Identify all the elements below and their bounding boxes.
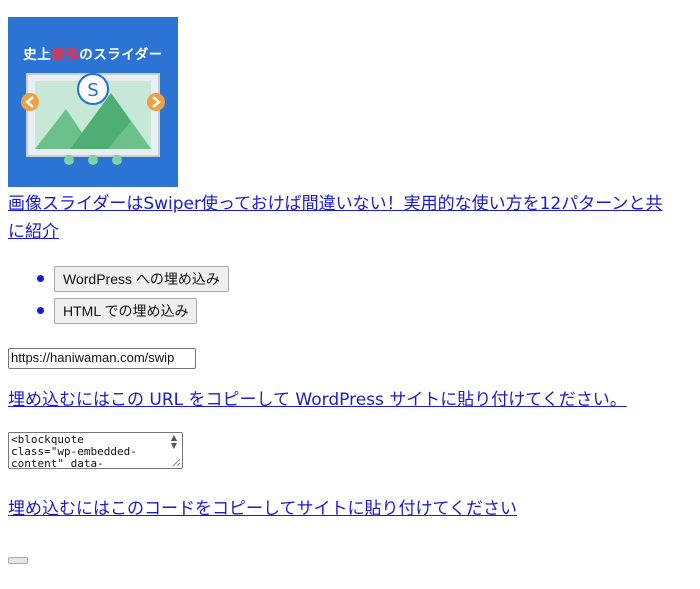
embed-code-text: <blockquote class="wp-embedded- content"… [11, 434, 137, 468]
title-prefix: 史上 [23, 47, 52, 63]
chevron-left-icon [21, 93, 39, 111]
list-item: HTML での埋め込み [37, 295, 229, 327]
bullet-icon [37, 307, 44, 314]
embed-url-input[interactable]: https://haniwaman.com/swip [8, 348, 196, 369]
html-embed-button[interactable]: HTML での埋め込み [54, 298, 198, 324]
thumbnail-title: 史上最強のスライダー [8, 43, 178, 63]
bullet-icon [37, 275, 44, 282]
chevron-right-icon [147, 93, 165, 111]
scroll-arrows-icon[interactable]: ▲ ▼ [167, 434, 181, 451]
title-suffix: のスライダー [79, 47, 163, 63]
copy-code-instruction-link[interactable]: 埋め込むにはこのコードをコピーしてサイトに貼り付けてください [8, 497, 517, 521]
embed-code-textarea[interactable]: <blockquote class="wp-embedded- content"… [8, 432, 183, 469]
post-thumbnail[interactable]: S 史上最強のスライダー [8, 17, 178, 187]
empty-button[interactable] [8, 557, 28, 564]
logo-letter: S [87, 80, 98, 101]
copy-url-instruction-link[interactable]: 埋め込むにはこの URL をコピーして WordPress サイトに貼り付けてく… [8, 388, 627, 412]
resize-handle-icon[interactable] [171, 457, 181, 467]
wordpress-embed-button[interactable]: WordPress への埋め込み [54, 266, 229, 292]
title-accent: 最強 [51, 47, 80, 63]
embed-options-list: WordPress への埋め込み HTML での埋め込み [8, 263, 229, 327]
post-title-link[interactable]: 画像スライダーはSwiper使っておけば間違いない！実用的な使い方を12パターン… [8, 190, 678, 246]
list-item: WordPress への埋め込み [37, 263, 229, 295]
